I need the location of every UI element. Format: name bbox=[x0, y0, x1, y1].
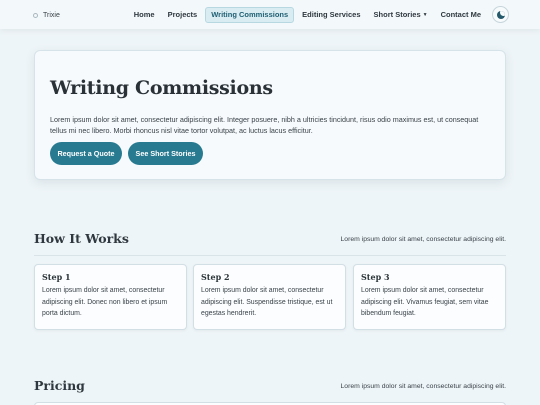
step-card: Step 1 Lorem ipsum dolor sit amet, conse… bbox=[34, 264, 187, 330]
step-text: Lorem ipsum dolor sit amet, consectetur … bbox=[42, 287, 168, 317]
step-card: Step 3 Lorem ipsum dolor sit amet, conse… bbox=[353, 264, 506, 330]
pricing-header: Pricing Lorem ipsum dolor sit amet, cons… bbox=[34, 378, 506, 398]
section-divider bbox=[34, 255, 506, 256]
nav-contact[interactable]: Contact Me bbox=[436, 7, 486, 23]
how-it-works-header: How It Works Lorem ipsum dolor sit amet,… bbox=[34, 231, 506, 251]
pricing-title: Pricing bbox=[34, 378, 85, 393]
nav-short-stories[interactable]: Short Stories ▼ bbox=[369, 7, 433, 23]
hero-card: Writing Commissions Lorem ipsum dolor si… bbox=[34, 50, 506, 180]
how-it-works-subtitle: Lorem ipsum dolor sit amet, consectetur … bbox=[340, 236, 506, 243]
moon-icon bbox=[496, 10, 505, 19]
step-title: Step 2 bbox=[201, 272, 230, 282]
nav-writing-commissions[interactable]: Writing Commissions bbox=[205, 6, 295, 23]
page-title: Writing Commissions bbox=[50, 77, 273, 99]
nav-projects[interactable]: Projects bbox=[163, 7, 203, 23]
chevron-down-icon: ▼ bbox=[422, 11, 428, 18]
step-text: Lorem ipsum dolor sit amet, consectetur … bbox=[201, 287, 333, 317]
pricing-subtitle: Lorem ipsum dolor sit amet, consectetur … bbox=[340, 383, 506, 390]
brand-name: Trixie bbox=[43, 11, 60, 19]
theme-toggle-button[interactable] bbox=[492, 6, 509, 23]
nav-short-stories-label: Short Stories bbox=[373, 10, 421, 19]
nav-home[interactable]: Home bbox=[129, 7, 160, 23]
step-title: Step 1 bbox=[42, 272, 71, 282]
top-navigation-bar: Trixie Home Projects Writing Commissions… bbox=[0, 0, 540, 29]
step-card: Step 2 Lorem ipsum dolor sit amet, conse… bbox=[193, 264, 346, 330]
hero-description: Lorem ipsum dolor sit amet, consectetur … bbox=[50, 115, 479, 135]
see-short-stories-button[interactable]: See Short Stories bbox=[128, 142, 203, 165]
step-text: Lorem ipsum dolor sit amet, consectetur … bbox=[361, 287, 489, 317]
steps-list: Step 1 Lorem ipsum dolor sit amet, conse… bbox=[34, 264, 506, 330]
main-nav: Home Projects Writing Commissions Editin… bbox=[129, 6, 509, 23]
request-quote-button[interactable]: Request a Quote bbox=[50, 142, 122, 165]
nav-editing-services[interactable]: Editing Services bbox=[297, 7, 365, 23]
step-title: Step 3 bbox=[361, 272, 390, 282]
brand[interactable]: Trixie bbox=[33, 9, 60, 21]
how-it-works-title: How It Works bbox=[34, 231, 129, 246]
brand-logo-icon bbox=[33, 12, 38, 18]
